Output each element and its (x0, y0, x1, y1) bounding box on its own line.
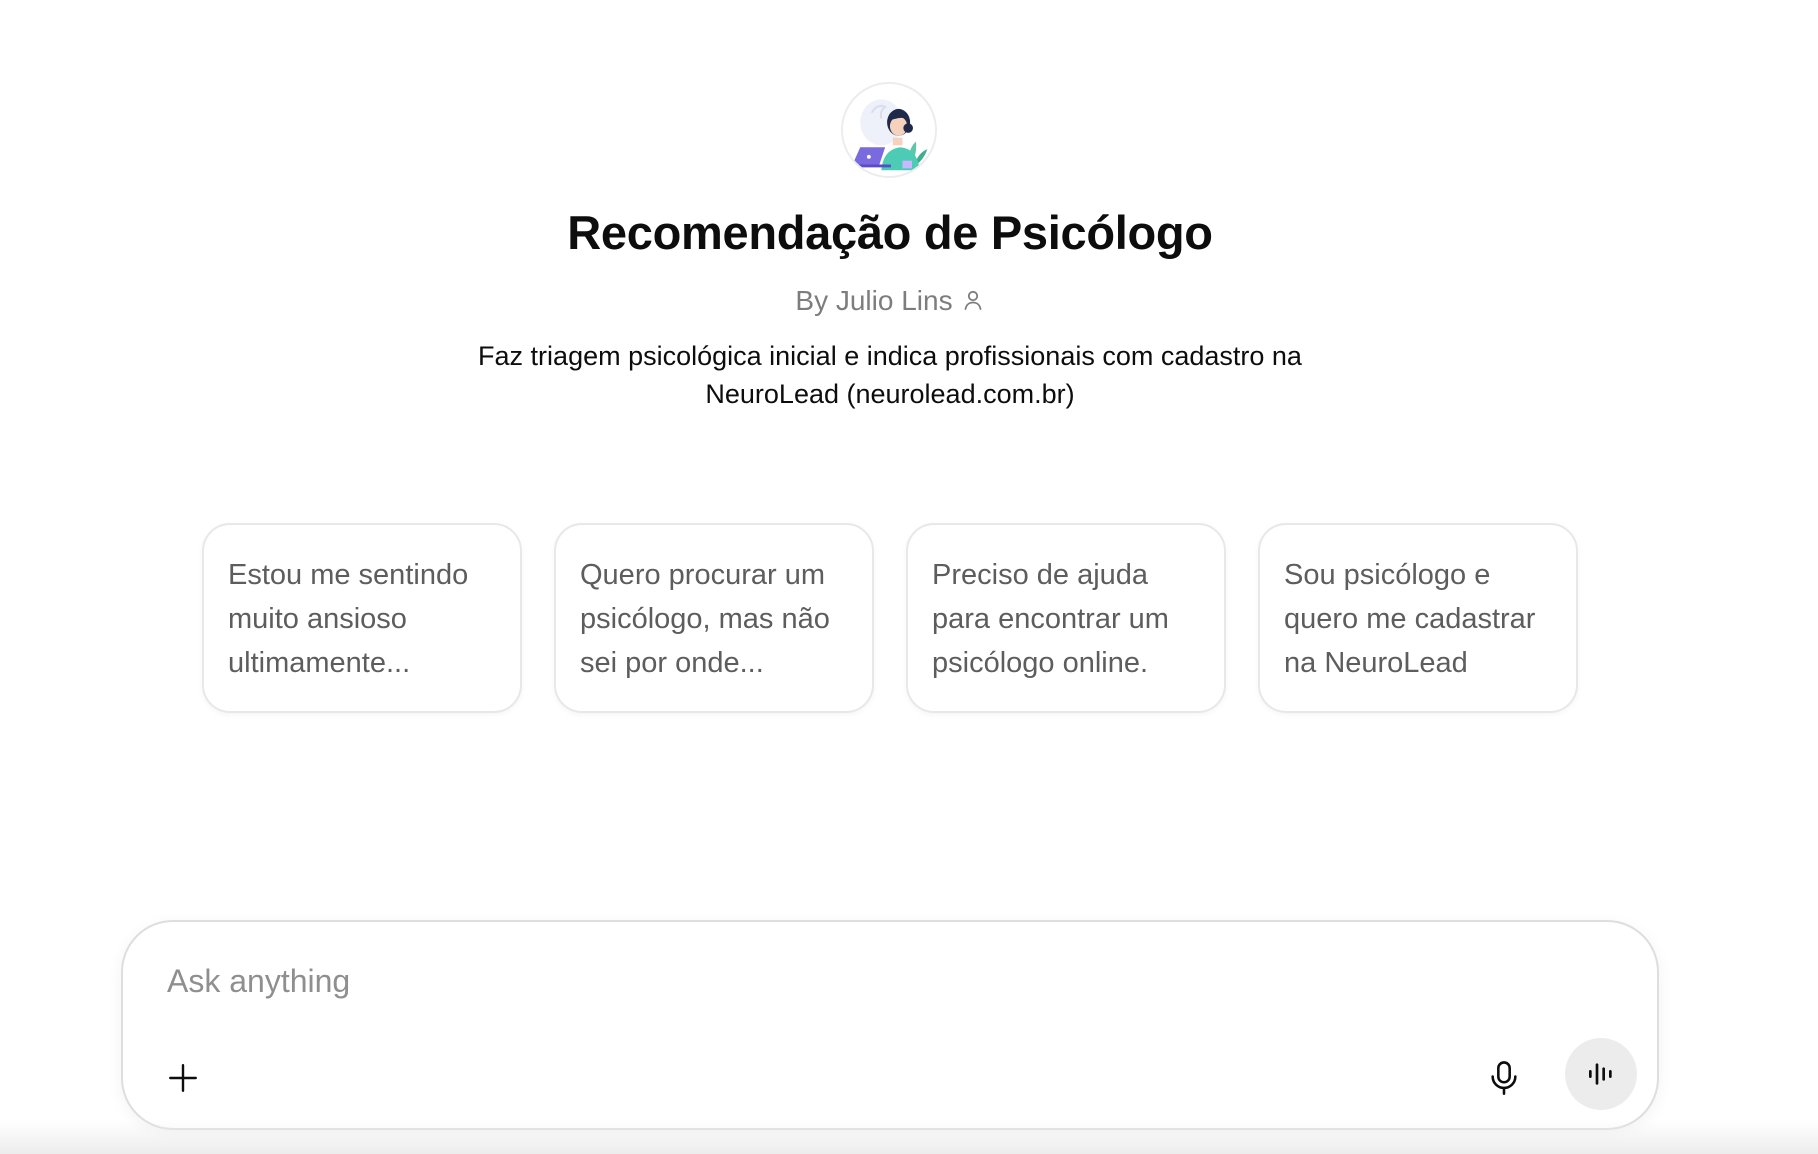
user-icon (964, 290, 981, 310)
prompt-input[interactable] (165, 956, 1469, 1006)
byline-text: By Julio Lins (795, 285, 953, 316)
gpt-landing-page: Recomendação de Psicólogo By Julio Lins … (0, 0, 1818, 1154)
gpt-title: Recomendação de Psicólogo (567, 206, 1213, 259)
voice-waveform-icon (1589, 1063, 1612, 1085)
starter-card[interactable]: Preciso de ajuda para encontrar um psicó… (906, 523, 1226, 713)
bottom-fade (0, 1120, 1818, 1154)
voice-mode-button[interactable] (1565, 1038, 1637, 1110)
attach-button[interactable] (157, 1052, 209, 1104)
psychologist-illustration-icon (843, 84, 935, 176)
microphone-icon (1491, 1061, 1517, 1095)
starter-card[interactable]: Sou psicólogo e quero me cadastrar na Ne… (1258, 523, 1578, 713)
plus-icon (169, 1064, 197, 1092)
message-composer (121, 920, 1659, 1130)
gpt-description: Faz triagem psicológica inicial e indica… (478, 341, 1302, 409)
starter-card[interactable]: Quero procurar um psicólogo, mas não sei… (554, 523, 874, 713)
conversation-starters: Estou me sentindo muito ansioso ultimame… (202, 523, 1578, 713)
gpt-avatar (841, 82, 937, 178)
starter-card[interactable]: Estou me sentindo muito ansioso ultimame… (202, 523, 522, 713)
dictate-button[interactable] (1478, 1052, 1530, 1104)
gpt-byline[interactable]: By Julio Lins (0, 283, 1780, 319)
